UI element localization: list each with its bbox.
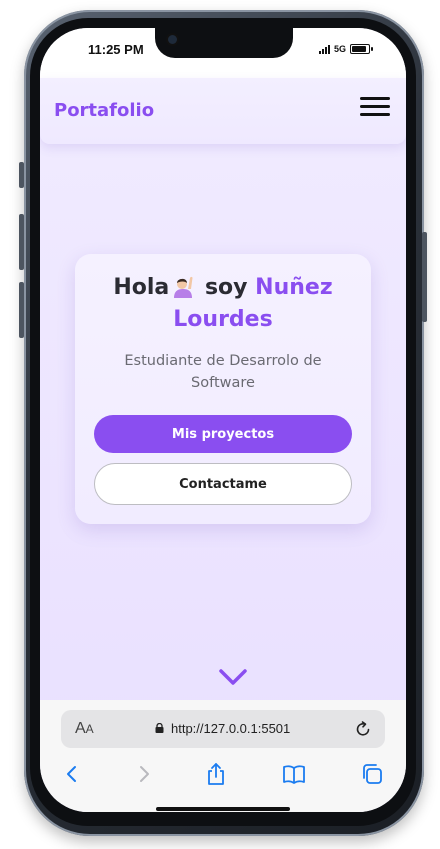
hero-subtitle: Estudiante de Desarrolo de Software <box>124 353 322 391</box>
volume-down-button <box>19 282 24 338</box>
hero-card: Hola soy Nuñez Lourdes Estudiante de Des… <box>75 254 371 524</box>
hero-greeting: Hola soy Nuñez Lourdes <box>75 272 371 336</box>
greeting-soy: soy <box>204 275 248 300</box>
notch <box>155 28 293 58</box>
status-indicators: 5G <box>318 44 373 54</box>
volume-up-button <box>19 214 24 270</box>
network-type: 5G <box>333 44 346 54</box>
address-bar[interactable]: AA http://127.0.0.1:5501 <box>61 710 385 748</box>
forward-icon[interactable] <box>132 762 156 786</box>
contact-button[interactable]: Contactame <box>94 463 352 505</box>
browser-toolbar: AA http://127.0.0.1:5501 <box>40 700 406 812</box>
tabs-icon[interactable] <box>360 762 384 786</box>
chevron-down-icon[interactable] <box>218 666 248 688</box>
signal-icon <box>318 44 330 54</box>
back-icon[interactable] <box>60 762 84 786</box>
reader-options-button[interactable]: AA <box>75 720 94 738</box>
front-camera <box>168 35 177 44</box>
share-icon[interactable] <box>204 762 228 786</box>
brand-logo[interactable]: Portafolio <box>54 100 154 121</box>
site-navbar: Portafolio <box>40 78 406 144</box>
reload-icon[interactable] <box>353 719 373 739</box>
power-button <box>422 232 427 322</box>
phone-screen: 11:25 PM 5G Portafolio Hola soy Nuñez Lo… <box>40 28 406 812</box>
name-line-2: Lourdes <box>173 307 273 332</box>
name-line-1: Nuñez <box>255 275 333 300</box>
lock-icon <box>155 723 164 733</box>
battery-icon <box>350 44 373 54</box>
menu-icon[interactable] <box>360 97 390 117</box>
silent-switch <box>19 162 24 188</box>
bookmarks-icon[interactable] <box>282 762 306 786</box>
status-bar: 11:25 PM 5G <box>40 28 406 78</box>
person-raising-hand-emoji <box>174 276 193 298</box>
url-text[interactable]: http://127.0.0.1:5501 <box>171 721 290 736</box>
home-indicator <box>156 807 290 811</box>
projects-button[interactable]: Mis proyectos <box>94 415 352 453</box>
status-time: 11:25 PM <box>88 42 144 57</box>
greeting-hola: Hola <box>113 275 170 300</box>
